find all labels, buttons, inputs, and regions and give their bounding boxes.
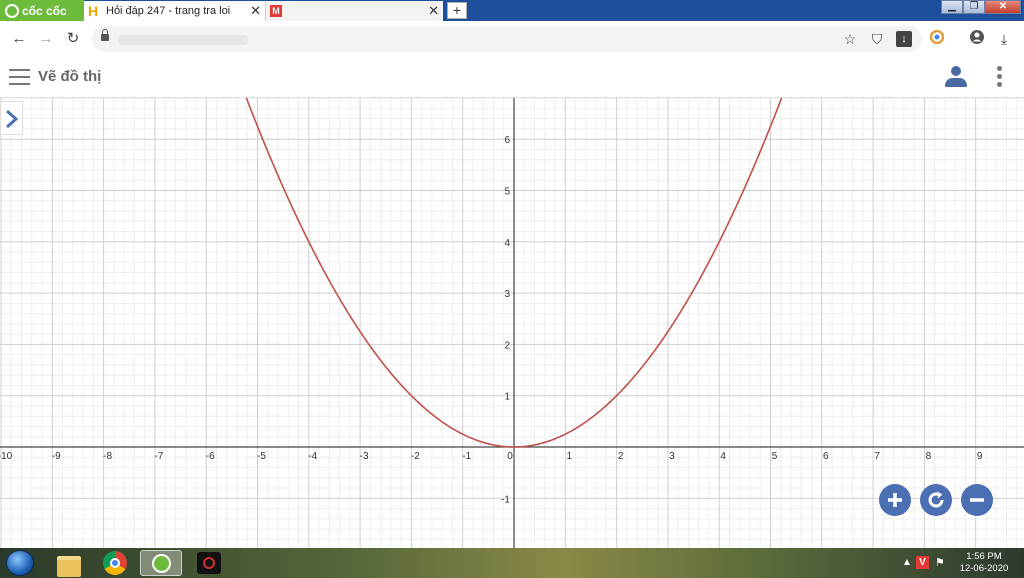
y-tick-label: 6 xyxy=(504,135,510,146)
x-tick-label: 7 xyxy=(874,451,880,462)
function-plot[interactable]: -10-9-8-7-6-5-4-3-2-10123456789654321-1 xyxy=(0,98,1024,548)
coccoc-taskbar-icon[interactable] xyxy=(140,550,182,576)
x-tick-label: -7 xyxy=(154,451,163,462)
x-tick-label: 4 xyxy=(720,451,726,462)
y-tick-label: 5 xyxy=(504,187,510,198)
x-tick-label: -6 xyxy=(206,451,215,462)
coccoc-logo-icon xyxy=(5,3,19,18)
tab-hoidap247[interactable]: H Hỏi đáp 247 - trang tra loi ✕ xyxy=(84,1,265,21)
hoidap-favicon-icon: H xyxy=(88,3,99,19)
start-button[interactable] xyxy=(6,550,34,576)
x-tick-label: -8 xyxy=(103,451,112,462)
browser-tab-strip: cốc cốc H Hỏi đáp 247 - trang tra loi ✕ … xyxy=(0,0,1024,21)
profile-icon[interactable] xyxy=(967,29,987,49)
tab-close-icon[interactable]: ✕ xyxy=(428,3,439,19)
download-status-icon[interactable]: ↓ xyxy=(896,31,912,47)
minus-icon xyxy=(970,498,984,502)
clock-date: 12-06-2020 xyxy=(959,563,1009,574)
window-minimize-button[interactable]: ▁ xyxy=(941,0,963,14)
file-explorer-icon[interactable] xyxy=(52,550,86,577)
address-bar[interactable] xyxy=(92,26,922,52)
url-redacted xyxy=(118,35,248,45)
system-clock[interactable]: 1:56 PM 12-06-2020 xyxy=(955,551,1013,575)
y-tick-label: -1 xyxy=(501,494,510,505)
x-tick-label: 3 xyxy=(669,451,675,462)
plus-icon xyxy=(888,493,902,507)
more-options-icon[interactable] xyxy=(997,66,1003,90)
downloads-icon[interactable]: ⤓ xyxy=(994,29,1014,49)
garena-icon[interactable] xyxy=(192,550,226,576)
x-tick-label: -3 xyxy=(360,451,369,462)
back-button[interactable]: ← xyxy=(9,29,29,49)
major-grid xyxy=(0,98,1024,548)
reload-button[interactable]: ↻ xyxy=(63,29,83,49)
brand-label: cốc cốc xyxy=(22,3,67,18)
refresh-icon xyxy=(928,491,944,508)
x-tick-label: 1 xyxy=(567,451,573,462)
x-tick-label: -5 xyxy=(257,451,266,462)
expand-panel-button[interactable] xyxy=(0,101,23,135)
windows-taskbar: ▲ V ⚑ 1:56 PM 12-06-2020 xyxy=(0,548,1024,578)
chevron-right-icon xyxy=(6,109,19,129)
m-favicon-icon: M xyxy=(270,5,282,17)
tab-close-icon[interactable]: ✕ xyxy=(250,3,261,19)
zoom-out-button[interactable] xyxy=(961,484,993,516)
x-tick-label: -1 xyxy=(462,451,471,462)
minor-grid xyxy=(0,98,1024,548)
x-tick-label: 8 xyxy=(926,451,932,462)
x-tick-label: -9 xyxy=(52,451,61,462)
coccoc-brand[interactable]: cốc cốc xyxy=(0,0,84,21)
window-maximize-button[interactable]: ❐ xyxy=(963,0,985,14)
x-tick-label: -10 xyxy=(0,451,13,462)
tray-expand-icon[interactable]: ▲ xyxy=(902,557,912,568)
reset-view-button[interactable] xyxy=(920,484,952,516)
forward-button[interactable]: → xyxy=(36,29,56,49)
window-close-button[interactable]: ✕ xyxy=(985,0,1021,14)
x-tick-label: -4 xyxy=(308,451,317,462)
y-tick-label: 4 xyxy=(504,238,510,249)
bookmark-star-icon[interactable]: ☆ xyxy=(840,29,860,49)
x-tick-label: 6 xyxy=(823,451,829,462)
action-center-flag-icon[interactable]: ⚑ xyxy=(935,556,945,569)
zoom-in-button[interactable] xyxy=(879,484,911,516)
axes xyxy=(0,98,1024,548)
x-tick-label: 0 xyxy=(507,451,513,462)
menu-icon[interactable] xyxy=(9,69,30,85)
y-tick-label: 1 xyxy=(504,392,510,403)
browser-toolbar: ← → ↻ ☆ ⛉ ↓ ⤓ xyxy=(0,21,1024,59)
x-tick-label: 5 xyxy=(772,451,778,462)
x-tick-label: 2 xyxy=(618,451,624,462)
chrome-icon[interactable] xyxy=(98,550,132,576)
new-tab-button[interactable]: + xyxy=(447,2,467,19)
user-account-icon[interactable] xyxy=(944,66,968,88)
clock-time: 1:56 PM xyxy=(966,551,1002,562)
app-title: Vẽ đồ thị xyxy=(38,68,102,85)
y-tick-label: 2 xyxy=(504,340,510,351)
graph-canvas[interactable]: -10-9-8-7-6-5-4-3-2-10123456789654321-1 xyxy=(0,98,1024,548)
tab-title: Hỏi đáp 247 - trang tra loi xyxy=(106,5,231,17)
x-tick-label: 9 xyxy=(977,451,983,462)
tab-graph[interactable]: M ✕ xyxy=(265,1,443,21)
tray-antivirus-icon[interactable]: V xyxy=(916,556,929,569)
y-tick-label: 3 xyxy=(504,289,510,300)
extension-icon[interactable] xyxy=(927,29,947,49)
app-header: Vẽ đồ thị xyxy=(0,58,1024,98)
lock-icon xyxy=(101,29,109,41)
shield-icon[interactable]: ⛉ xyxy=(867,29,887,49)
x-tick-label: -2 xyxy=(411,451,420,462)
